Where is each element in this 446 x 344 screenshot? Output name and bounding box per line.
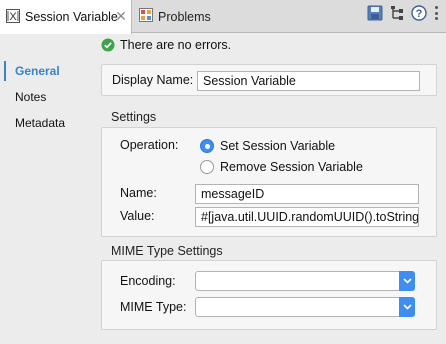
encoding-select[interactable] [195,271,415,291]
chevron-down-icon [399,297,415,317]
value-field[interactable]: #[java.util.UUID.randomUUID().toString()… [195,207,419,227]
radio-label: Set Session Variable [220,139,336,153]
tab-label: Session Variable [25,10,118,24]
problems-icon [139,8,153,25]
value-label: Value: [120,209,155,223]
display-name-field[interactable]: Session Variable [197,71,420,91]
radio-selected-icon [200,139,214,153]
radio-unselected-icon [200,160,214,174]
tab-problems[interactable]: Problems [133,0,243,33]
mime-type-select[interactable] [195,297,415,317]
name-field[interactable]: messageID [195,184,419,204]
tree-icon[interactable] [388,4,406,22]
settings-section: Operation: Set Session Variable Remove S… [101,127,437,237]
validation-status: There are no errors. [101,38,231,52]
editor-content: There are no errors. General Notes Metad… [0,34,446,344]
radio-label: Remove Session Variable [220,160,363,174]
name-label: Name: [120,186,157,200]
close-icon[interactable]: ✕ [115,9,127,23]
remove-session-variable-radio[interactable]: Remove Session Variable [200,160,363,174]
nav-item-notes[interactable]: Notes [0,84,90,110]
mime-settings-section: Encoding: MIME Type: [101,260,437,330]
settings-title: Settings [111,110,157,124]
mime-type-label: MIME Type: [120,300,187,314]
svg-text:X: X [9,11,17,23]
tab-session-variable[interactable]: X Session Variable ✕ [0,0,132,34]
display-name-label: Display Name: [112,73,194,87]
view-menu-icon[interactable] [434,6,438,20]
check-circle-icon [101,38,115,52]
status-text: There are no errors. [120,38,232,52]
tab-label: Problems [158,9,211,24]
general-section: Display Name: Session Variable [101,64,437,96]
editor-toolbar: ? [366,4,438,22]
session-variable-icon: X [6,8,20,26]
encoding-label: Encoding: [120,274,176,288]
side-nav: General Notes Metadata [0,58,90,136]
save-icon[interactable] [366,4,384,22]
help-icon[interactable]: ? [410,4,428,22]
set-session-variable-radio[interactable]: Set Session Variable [200,139,335,153]
editor-tab-bar: X Session Variable ✕ Problems ? [0,0,446,34]
nav-item-metadata[interactable]: Metadata [0,110,90,136]
mime-settings-title: MIME Type Settings [111,244,223,258]
nav-item-general[interactable]: General [0,58,90,84]
operation-label: Operation: [120,138,179,152]
svg-text:?: ? [416,8,423,20]
chevron-down-icon [399,271,415,291]
